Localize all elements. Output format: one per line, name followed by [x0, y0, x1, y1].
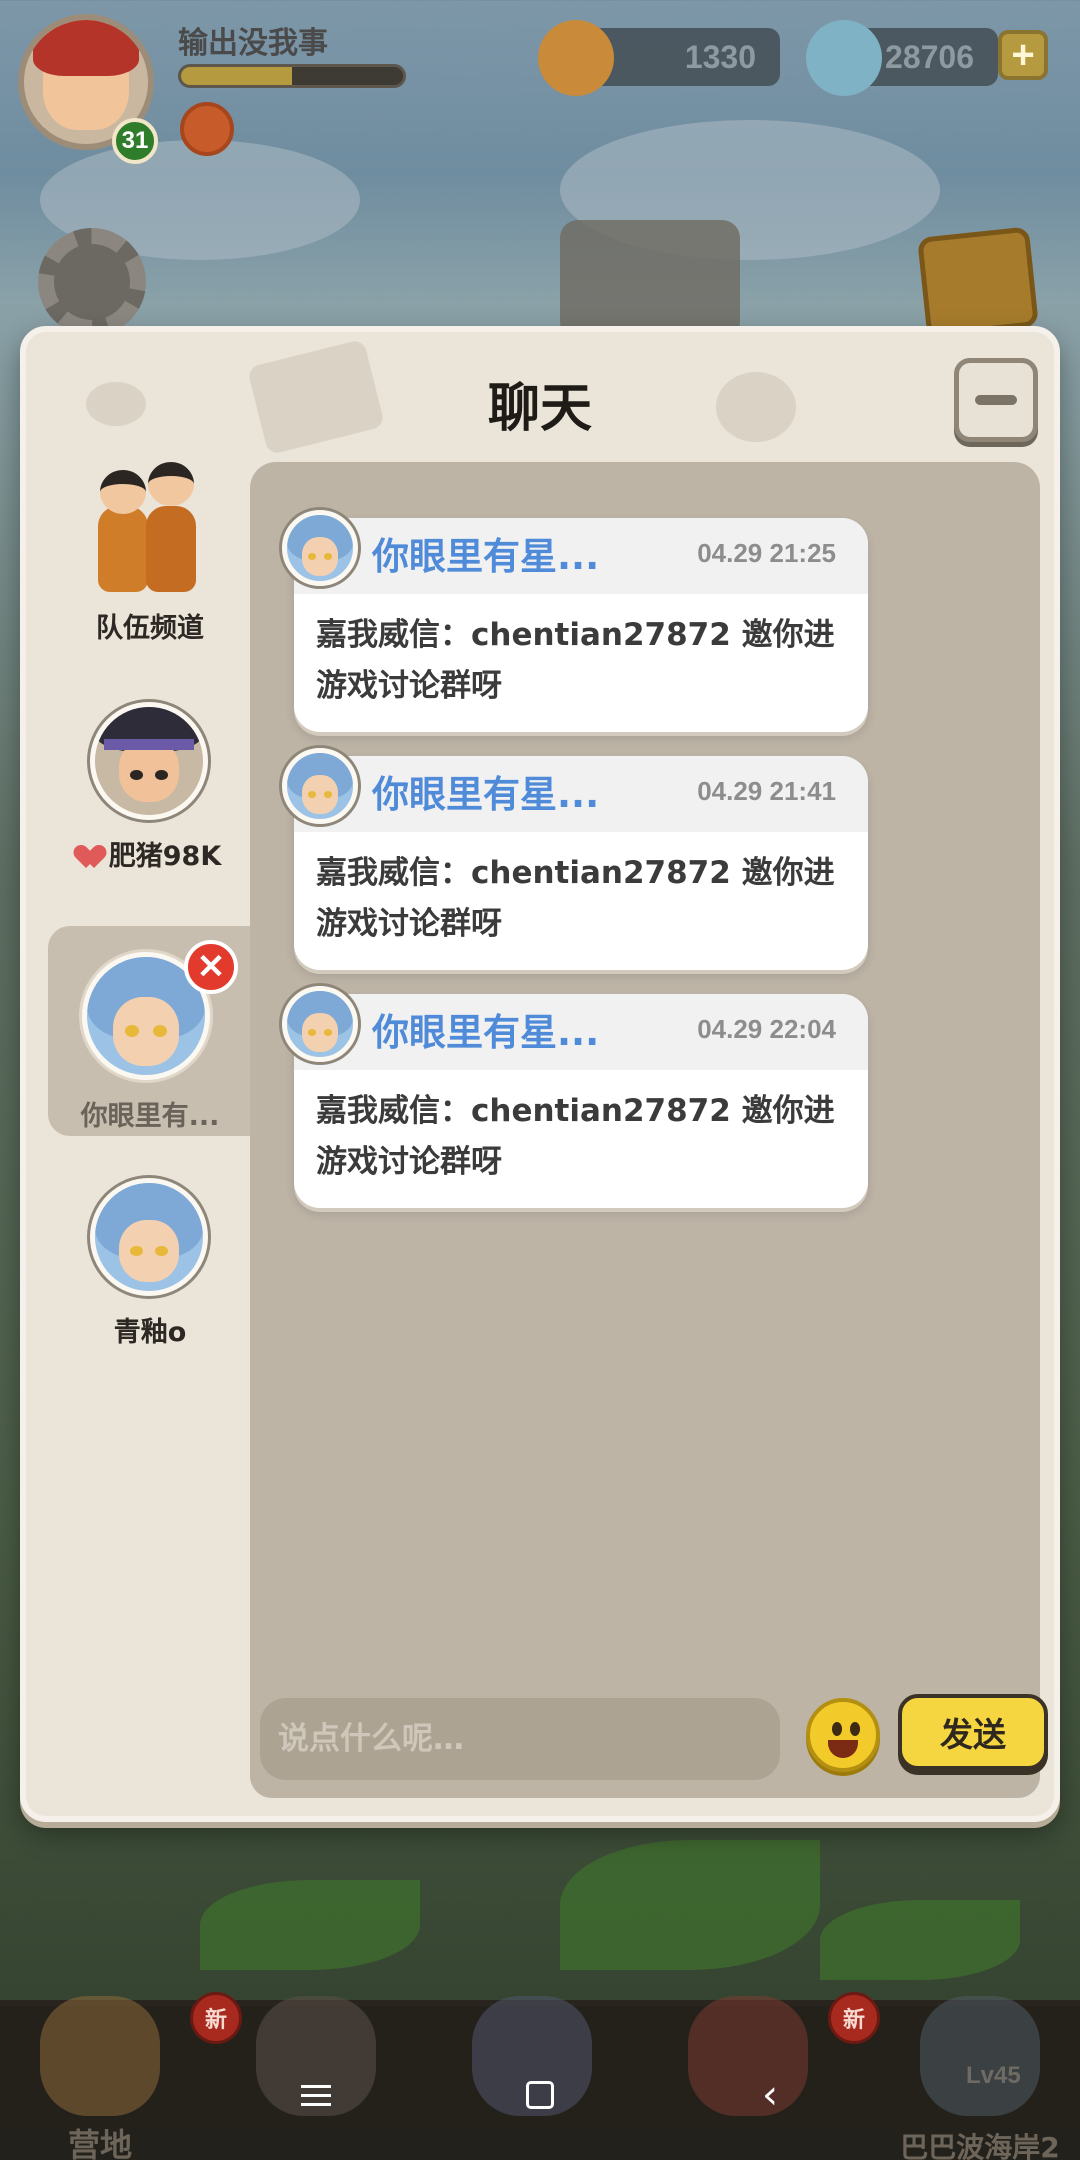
background-leaf — [560, 1840, 820, 1970]
back-chevron-icon: ‹ — [762, 2072, 778, 2118]
settings-gear-icon[interactable] — [38, 228, 146, 336]
chat-title: 聊天 — [487, 379, 592, 439]
system-menu-button[interactable] — [286, 2070, 346, 2120]
sidebar-item-label: 队伍频道 — [96, 613, 204, 644]
sender-avatar[interactable] — [282, 748, 358, 824]
chat-input[interactable] — [260, 1698, 780, 1780]
camp-icon — [40, 1996, 160, 2116]
home-icon — [526, 2081, 554, 2109]
sidebar-item-contact[interactable]: 肥猪98K — [48, 702, 252, 912]
minimize-chat-button[interactable] — [954, 358, 1038, 442]
emoji-icon — [832, 1722, 842, 1736]
contact-avatar — [90, 1178, 208, 1296]
message-time: 04.29 21:41 — [697, 776, 836, 806]
message-list[interactable]: 你眼里有星... 04.29 21:25 嘉我威信：chentian27872 … — [250, 462, 1048, 1798]
gold-value: 1330 — [684, 38, 756, 75]
message-time: 04.29 22:04 — [697, 1014, 836, 1044]
tab-label: 巴巴波海岸2 — [900, 2131, 1060, 2160]
message-bubble: 你眼里有星... 04.29 21:41 嘉我威信：chentian27872 … — [282, 748, 868, 970]
emoji-icon-eye — [850, 1722, 860, 1736]
system-home-button[interactable] — [510, 2070, 570, 2120]
new-badge: 新 — [828, 1992, 880, 2044]
sidebar-item-label: 你眼里有... — [80, 1101, 220, 1132]
team-channel-icon — [92, 462, 202, 592]
sidebar-item-label: 青釉o — [113, 1317, 187, 1348]
player-name: 输出没我事 — [178, 26, 328, 61]
chat-panel: 聊天 队伍频道 肥猪98K ✕ 你眼里有... 青釉o 你眼里有星... 04.… — [20, 326, 1060, 1822]
message-text: 嘉我威信：chentian27872 邀你进游戏讨论群呀 — [316, 1093, 835, 1180]
sidebar-item-label: 肥猪98K — [48, 834, 252, 873]
xp-bar-fill — [181, 67, 292, 85]
sender-name[interactable]: 你眼里有星... — [372, 1002, 599, 1056]
tab-camp[interactable]: 新 营地 — [0, 1992, 242, 2160]
sidebar-item-contact[interactable]: 青釉o — [48, 1178, 252, 1388]
gem-counter: 28706 — [806, 20, 998, 96]
sender-name[interactable]: 你眼里有星... — [372, 526, 599, 580]
background-leaf — [820, 1900, 1020, 1980]
coin-shell-icon — [538, 20, 614, 96]
sidebar-item-team-channel[interactable]: 队伍频道 — [48, 462, 252, 678]
message-bubble: 你眼里有星... 04.29 21:25 嘉我威信：chentian27872 … — [282, 510, 868, 732]
background-rock — [560, 220, 740, 340]
xp-bar — [178, 64, 406, 88]
sidebar-item-contact-active[interactable]: ✕ 你眼里有... — [48, 926, 252, 1136]
tab-label: 营地 — [67, 2126, 132, 2160]
message-text: 嘉我威信：chentian27872 邀你进游戏讨论群呀 — [316, 855, 835, 942]
sender-avatar[interactable] — [282, 510, 358, 586]
sender-avatar[interactable] — [282, 986, 358, 1062]
contact-avatar — [90, 702, 208, 820]
lock-icon — [920, 1996, 1040, 2116]
send-button[interactable]: 发送 — [898, 1694, 1048, 1770]
add-currency-button[interactable]: + — [998, 30, 1048, 80]
remove-contact-icon[interactable]: ✕ — [184, 940, 238, 994]
guild-badge-icon[interactable] — [180, 102, 234, 156]
system-back-button[interactable]: ‹ — [740, 2070, 800, 2120]
minus-icon — [975, 395, 1017, 405]
background-leaf — [200, 1880, 420, 1970]
message-text: 嘉我威信：chentian27872 邀你进游戏讨论群呀 — [316, 617, 835, 704]
player-level-badge: 31 — [112, 118, 158, 164]
gem-value: 28706 — [885, 38, 974, 75]
sender-name[interactable]: 你眼里有星... — [372, 764, 599, 818]
message-time: 04.29 21:25 — [697, 538, 836, 568]
emoji-icon-mouth — [828, 1740, 858, 1758]
gold-counter: 1330 — [538, 20, 780, 96]
journal-icon[interactable] — [917, 226, 1039, 338]
message-bubble: 你眼里有星... 04.29 22:04 嘉我威信：chentian27872 … — [282, 986, 868, 1208]
tab-locked-area[interactable]: Lv45 巴巴波海岸2 — [880, 1996, 1080, 2160]
unlock-level: Lv45 — [966, 2062, 1021, 2089]
gem-shell-icon — [806, 20, 882, 96]
couple-heart-icon — [79, 846, 107, 870]
emoji-button[interactable] — [806, 1698, 880, 1772]
